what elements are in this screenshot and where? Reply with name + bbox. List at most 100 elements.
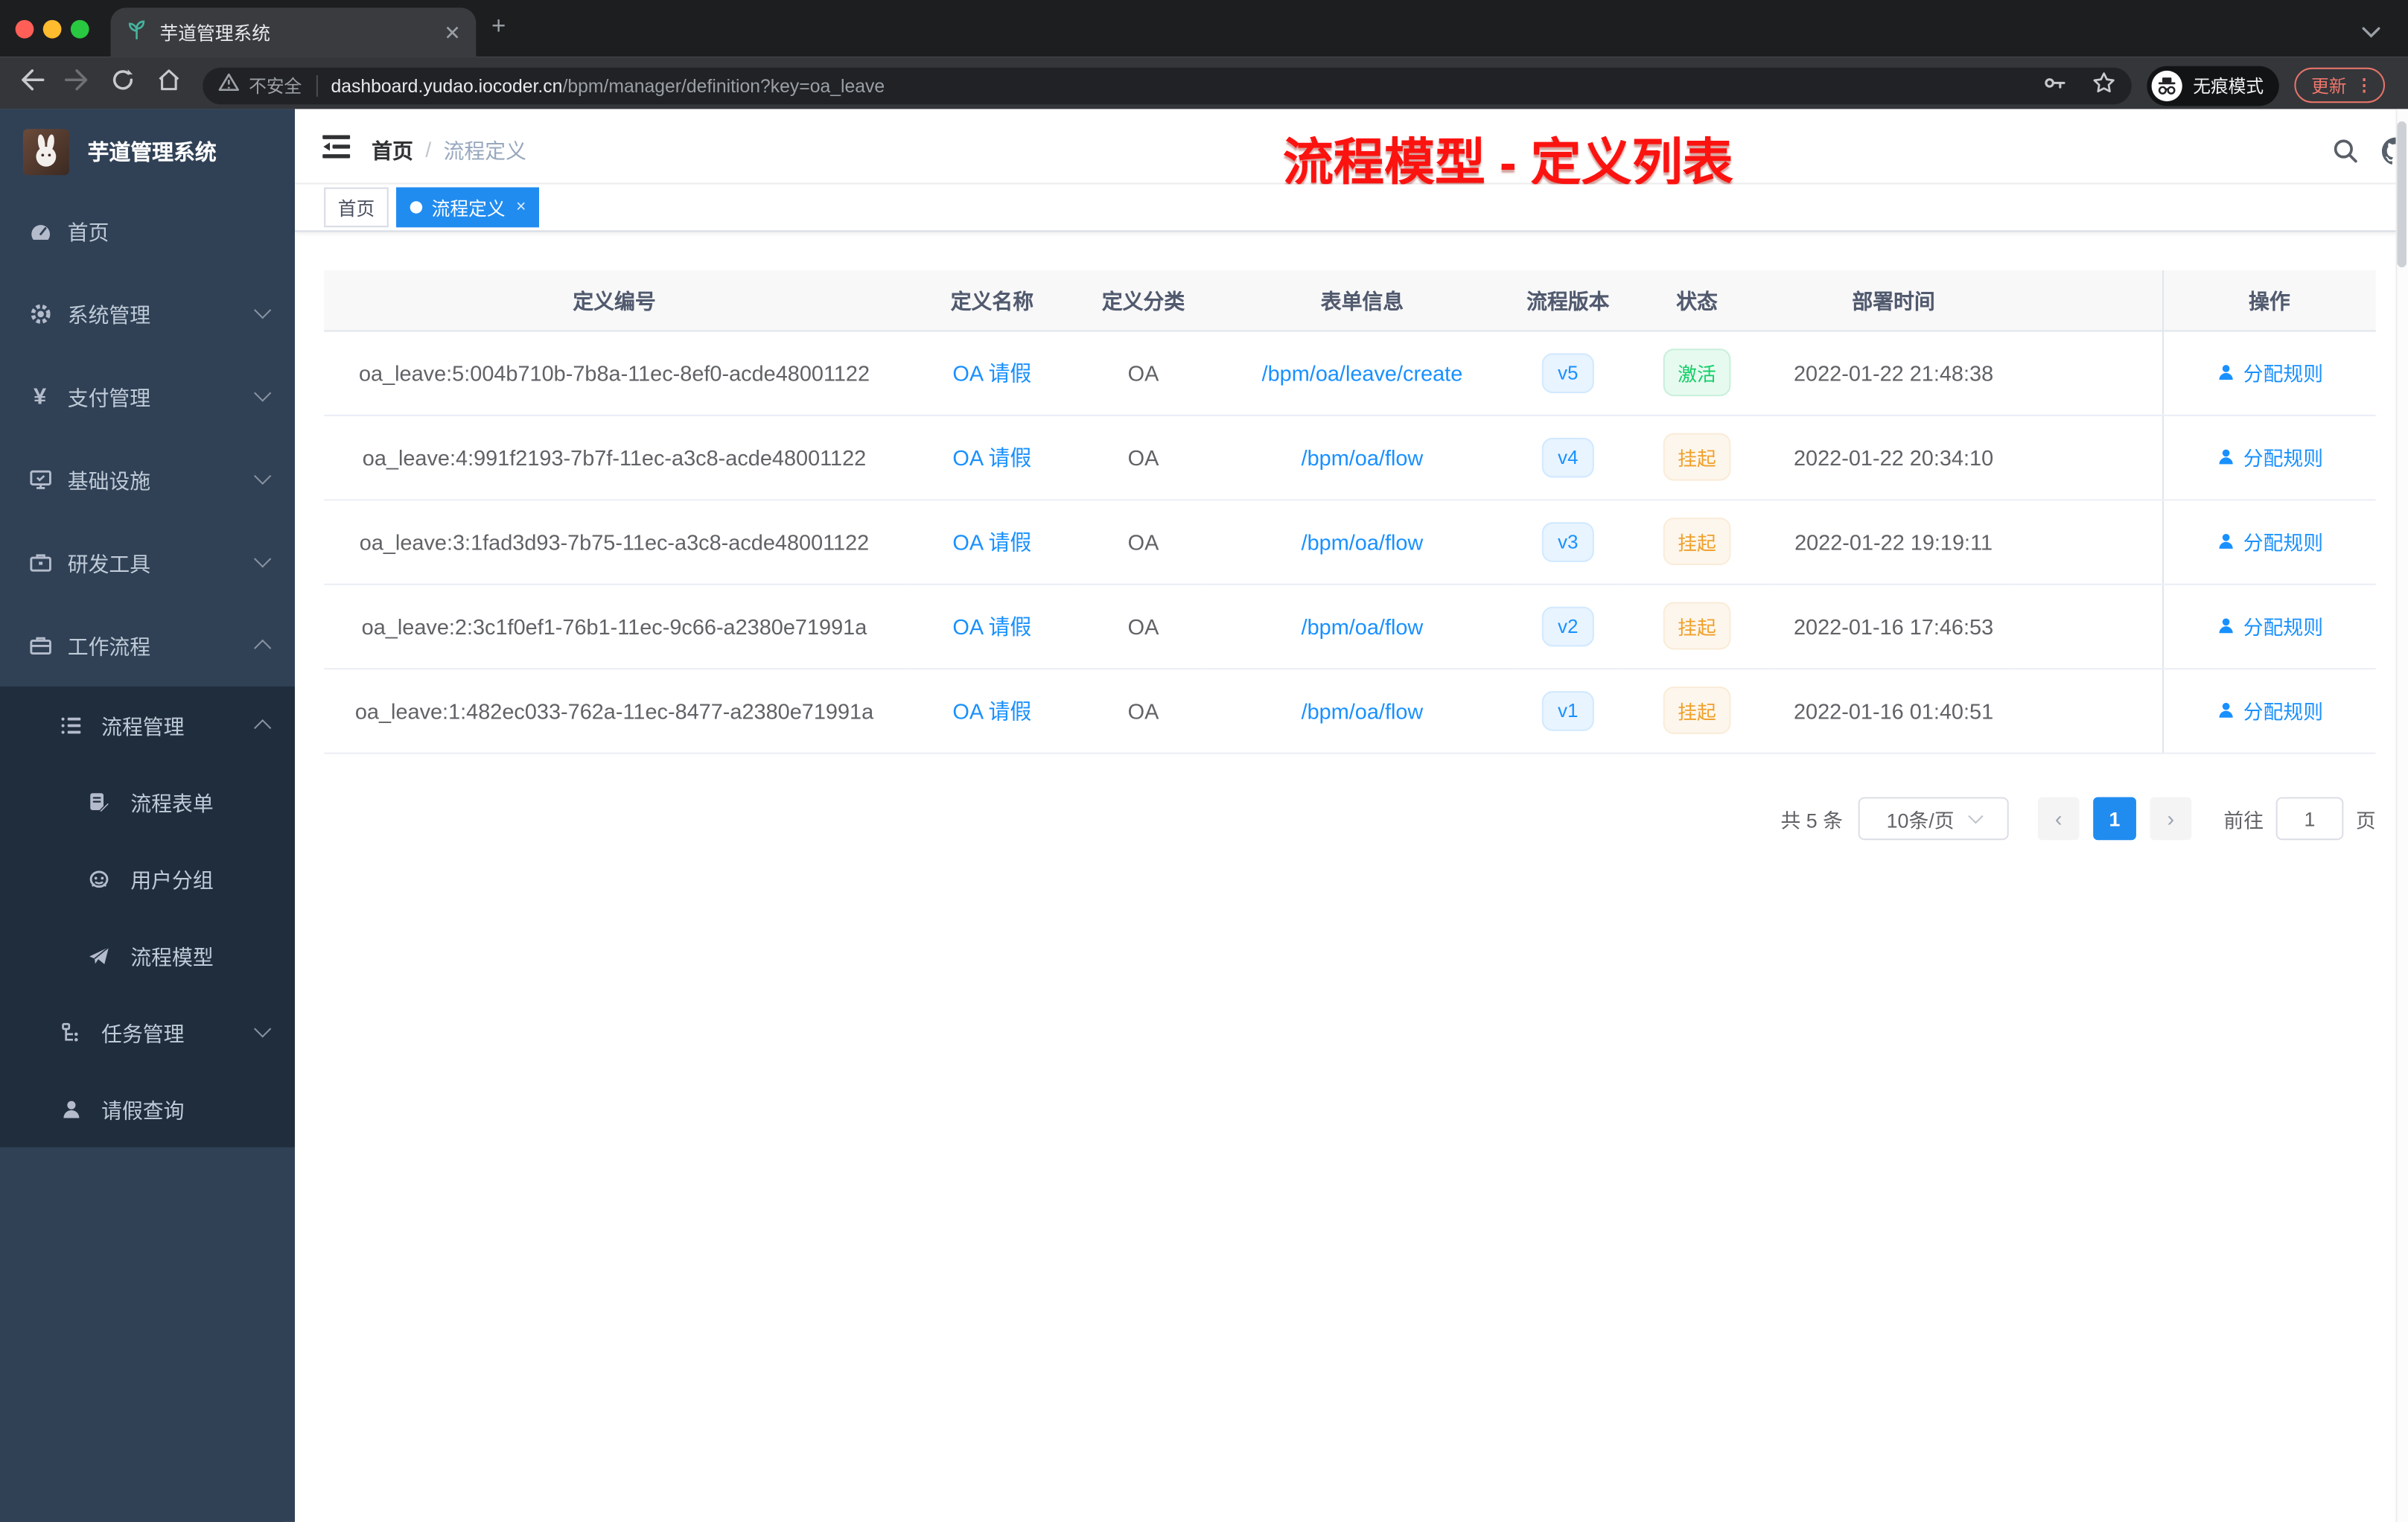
status-badge: 挂起 xyxy=(1663,518,1730,565)
tab-close-icon[interactable]: ✕ xyxy=(444,22,460,42)
sidebar-item-infrastructure[interactable]: 基础设施 xyxy=(0,438,295,520)
tag-process-definition[interactable]: 流程定义 × xyxy=(396,187,540,228)
deploy-time: 2022-01-16 17:46:53 xyxy=(1775,583,2012,669)
traffic-light-zoom[interactable] xyxy=(70,19,89,39)
sidebar-item-workflow[interactable]: 工作流程 xyxy=(0,604,295,687)
definition-category: OA xyxy=(1079,330,1208,415)
assign-rule-label: 分配规则 xyxy=(2243,447,2324,471)
breadcrumb-home[interactable]: 首页 xyxy=(372,133,413,164)
table-row: oa_leave:1:482ec033-762a-11ec-8477-a2380… xyxy=(324,668,2376,754)
definition-name-link[interactable]: OA 请假 xyxy=(952,614,1031,638)
assign-rule-label: 分配规则 xyxy=(2243,531,2324,555)
definition-id: oa_leave:4:991f2193-7b7f-11ec-a3c8-acde4… xyxy=(324,414,905,500)
tag-home[interactable]: 首页 xyxy=(324,187,389,228)
scrollbar[interactable] xyxy=(2395,109,2408,1522)
assign-rule-link[interactable]: 分配规则 xyxy=(2216,695,2323,725)
list-tree-icon xyxy=(58,713,83,737)
traffic-light-close[interactable] xyxy=(15,19,34,39)
traffic-light-minimize[interactable] xyxy=(42,19,62,39)
col-definition-name: 定义名称 xyxy=(904,270,1080,331)
search-icon[interactable] xyxy=(2331,137,2359,165)
sidebar: 芋道管理系统 首页 系统管理 ¥ 支付管理 基础设施 研发工具 工作流程 流程管… xyxy=(0,109,295,1522)
sidebar-item-payment[interactable]: ¥ 支付管理 xyxy=(0,354,295,437)
incognito-label: 无痕模式 xyxy=(2193,78,2264,97)
assign-rule-link[interactable]: 分配规则 xyxy=(2216,526,2323,555)
version-badge: v2 xyxy=(1541,605,1594,646)
insecure-warning-icon xyxy=(218,72,240,100)
reload-icon[interactable] xyxy=(111,68,136,100)
sidebar-item-process-management[interactable]: 流程管理 xyxy=(0,687,295,763)
tab-search-chevron-icon[interactable] xyxy=(2362,19,2380,46)
definition-category: OA xyxy=(1079,499,1208,585)
form-info-link[interactable]: /bpm/oa/flow xyxy=(1302,614,1424,638)
col-deploy-time: 部署时间 xyxy=(1775,270,2012,331)
page-size-select[interactable]: 10条/页 xyxy=(1858,797,2009,841)
form-info-link[interactable]: /bpm/oa/flow xyxy=(1302,529,1424,554)
new-tab-button[interactable]: + xyxy=(491,15,506,39)
chevron-down-icon xyxy=(1967,809,1983,824)
sidebar-fold-icon[interactable] xyxy=(322,133,351,167)
form-info-link[interactable]: /bpm/oa/flow xyxy=(1302,698,1424,722)
definition-name-link[interactable]: OA 请假 xyxy=(952,445,1031,469)
sidebar-item-home[interactable]: 首页 xyxy=(0,189,295,272)
favicon-plant-icon xyxy=(126,18,147,47)
sidebar-logo-row[interactable]: 芋道管理系统 xyxy=(0,118,295,186)
browser-update-button[interactable]: 更新 ⋮ xyxy=(2294,67,2386,104)
definition-name-link[interactable]: OA 请假 xyxy=(952,529,1031,554)
breadcrumb-current: 流程定义 xyxy=(443,139,526,163)
next-page-button[interactable]: › xyxy=(2150,797,2192,841)
goto-page-input[interactable] xyxy=(2275,797,2344,841)
tag-close-icon[interactable]: × xyxy=(516,198,526,217)
sidebar-item-label: 请假查询 xyxy=(101,1099,185,1123)
definition-category: OA xyxy=(1079,583,1208,669)
browser-menu-dots-icon[interactable]: ⋮ xyxy=(2356,75,2373,95)
forward-icon[interactable] xyxy=(64,68,91,100)
definition-name-link[interactable]: OA 请假 xyxy=(952,698,1031,722)
back-icon[interactable] xyxy=(19,68,45,100)
app-title: 芋道管理系统 xyxy=(87,139,217,165)
chevron-up-icon xyxy=(254,639,272,657)
sidebar-item-label: 用户分组 xyxy=(130,869,214,893)
sidebar-item-label: 工作流程 xyxy=(67,635,151,659)
form-info-link[interactable]: /bpm/oa/flow xyxy=(1302,445,1424,469)
form-info-link[interactable]: /bpm/oa/leave/create xyxy=(1262,360,1463,385)
sidebar-item-user-group[interactable]: 用户分组 xyxy=(0,840,295,917)
sidebar-item-task-management[interactable]: 任务管理 xyxy=(0,993,295,1070)
sidebar-item-leave-query[interactable]: 请假查询 xyxy=(0,1071,295,1147)
home-icon[interactable] xyxy=(156,68,181,100)
goto-label: 前往 xyxy=(2223,808,2264,832)
security-label[interactable]: 不安全 xyxy=(249,74,302,98)
sidebar-item-label: 流程管理 xyxy=(101,716,185,739)
assign-rule-link[interactable]: 分配规则 xyxy=(2216,442,2323,471)
version-badge: v1 xyxy=(1541,690,1594,730)
sidebar-item-label: 系统管理 xyxy=(67,304,151,328)
chevron-down-icon xyxy=(254,384,272,402)
assign-rule-link[interactable]: 分配规则 xyxy=(2216,358,2323,387)
deploy-time: 2022-01-22 19:19:11 xyxy=(1775,499,2012,585)
scrollbar-thumb[interactable] xyxy=(2397,121,2407,267)
chevron-down-icon xyxy=(254,467,272,485)
bookmark-star-icon[interactable] xyxy=(2092,70,2116,102)
tag-label: 首页 xyxy=(337,197,375,219)
deploy-time: 2022-01-16 01:40:51 xyxy=(1775,668,2012,754)
browser-tab[interactable]: 芋道管理系统 ✕ xyxy=(110,7,477,57)
sidebar-item-system[interactable]: 系统管理 xyxy=(0,272,295,354)
definition-id: oa_leave:2:3c1f0ef1-76b1-11ec-9c66-a2380… xyxy=(324,583,905,669)
sidebar-item-label: 研发工具 xyxy=(67,553,151,576)
sidebar-item-process-form[interactable]: 流程表单 xyxy=(0,763,295,840)
sidebar-item-label: 支付管理 xyxy=(67,386,151,410)
page-size-value: 10条/页 xyxy=(1886,808,1955,832)
table-row: oa_leave:4:991f2193-7b7f-11ec-a3c8-acde4… xyxy=(324,414,2376,500)
col-spacer xyxy=(2011,270,2162,331)
current-page-button[interactable]: 1 xyxy=(2093,797,2136,841)
definition-name-link[interactable]: OA 请假 xyxy=(952,360,1031,385)
chevron-down-icon xyxy=(254,1020,272,1038)
url-bar[interactable]: 不安全 dashboard.yudao.iocoder.cn/bpm/manag… xyxy=(203,67,2132,105)
incognito-badge[interactable]: 无痕模式 xyxy=(2147,66,2279,106)
sidebar-item-process-model[interactable]: 流程模型 xyxy=(0,917,295,993)
password-key-icon[interactable] xyxy=(2042,70,2067,102)
prev-page-button[interactable]: ‹ xyxy=(2037,797,2080,841)
version-badge: v3 xyxy=(1541,521,1594,561)
assign-rule-link[interactable]: 分配规则 xyxy=(2216,611,2323,640)
sidebar-item-devtools[interactable]: 研发工具 xyxy=(0,520,295,603)
